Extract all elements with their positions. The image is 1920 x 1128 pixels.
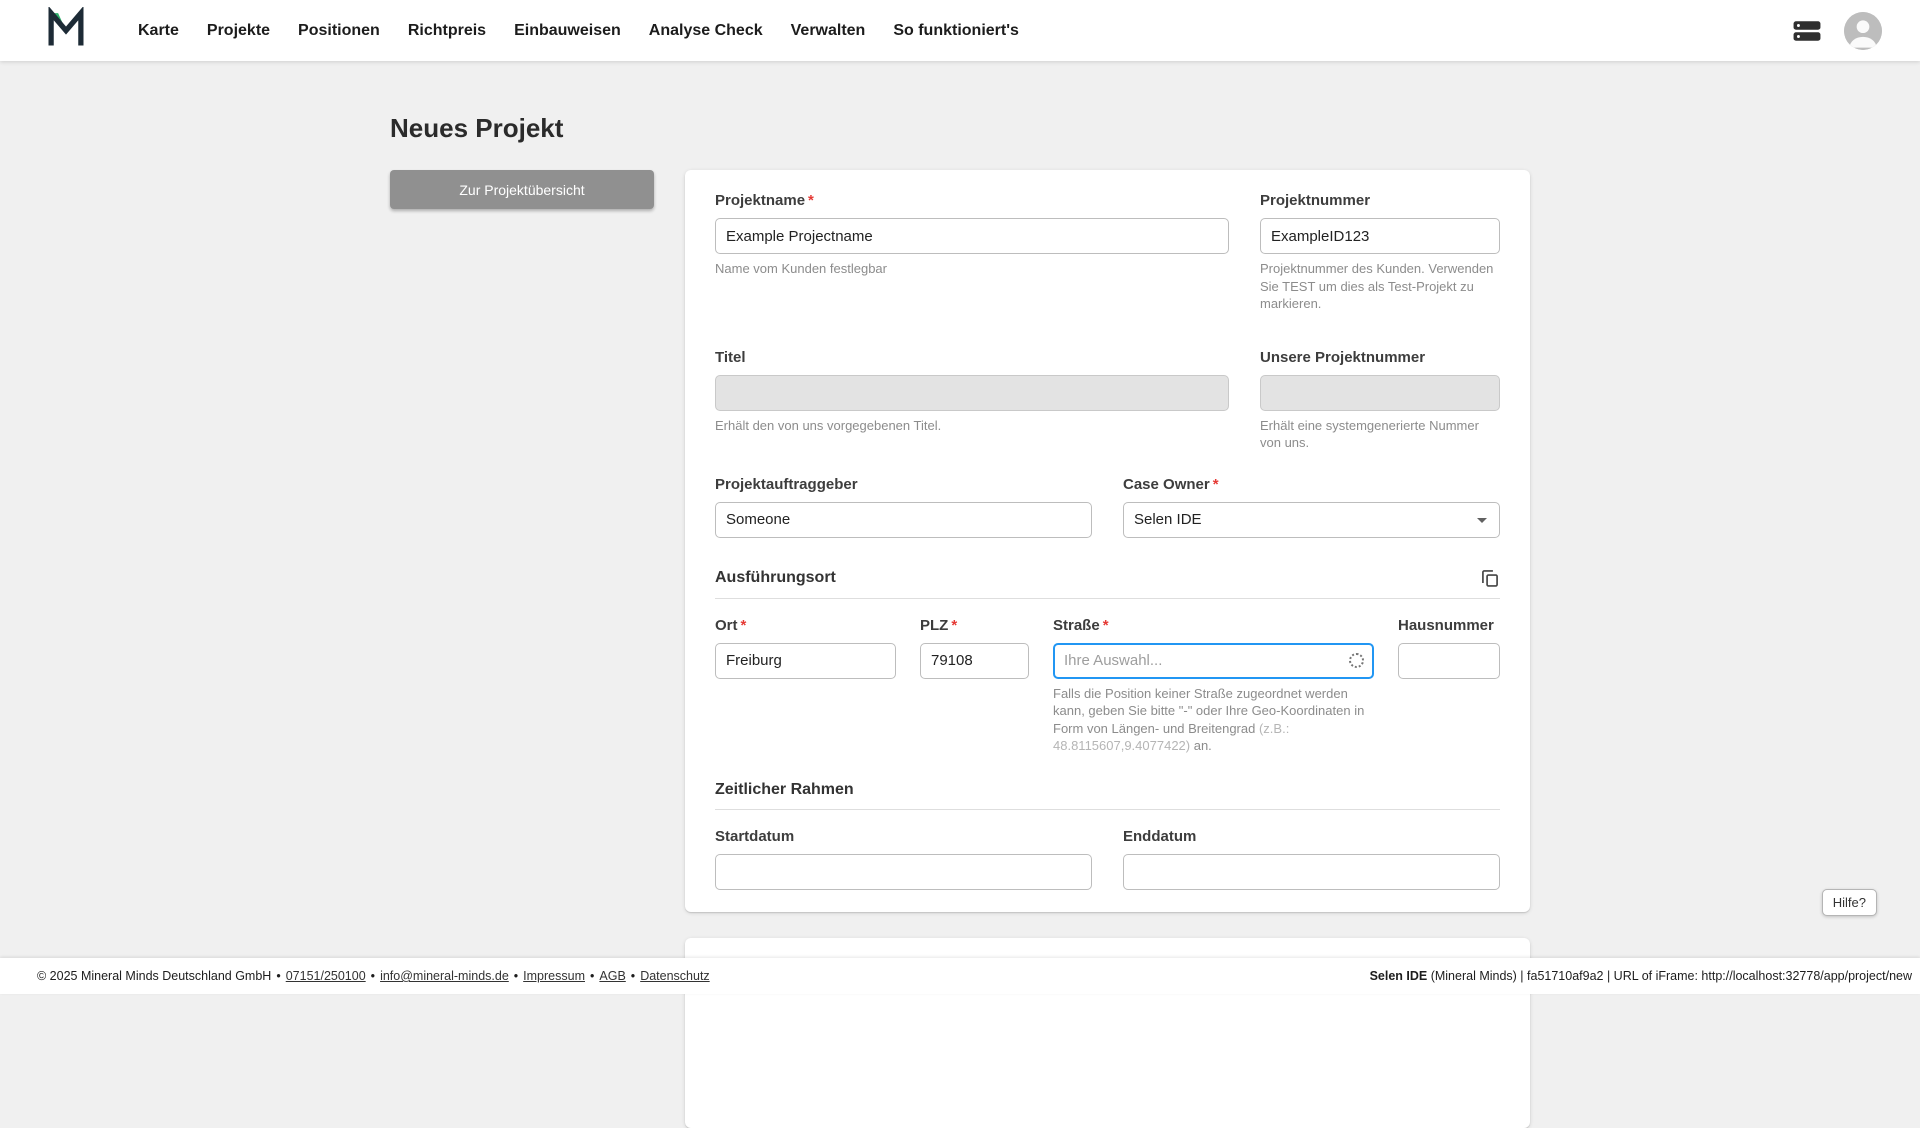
field-strasse: Straße* Falls die Position keiner Straße…: [1053, 617, 1374, 755]
field-projektauftraggeber: Projektauftraggeber: [715, 476, 1092, 538]
required-asterisk: *: [951, 617, 957, 634]
nav-item-richtpreis[interactable]: Richtpreis: [394, 0, 500, 61]
projektname-input[interactable]: [715, 218, 1229, 254]
unsere-projektnummer-helper: Erhält eine systemgenerierte Nummer von …: [1260, 417, 1500, 452]
nav-item-so-funktionierts[interactable]: So funktioniert's: [879, 0, 1033, 61]
plz-label: PLZ*: [920, 617, 1029, 634]
required-asterisk: *: [741, 617, 747, 634]
field-projektnummer: Projektnummer Projektnummer des Kunden. …: [1260, 192, 1500, 313]
field-titel: Titel Erhält den von uns vorgegebenen Ti…: [715, 349, 1229, 452]
footer-link-phone[interactable]: 07151/250100: [286, 969, 366, 983]
app-logo[interactable]: [44, 9, 88, 53]
projektnummer-label: Projektnummer: [1260, 192, 1500, 209]
field-enddatum: Enddatum: [1123, 828, 1500, 890]
chevron-down-icon: [1477, 518, 1487, 523]
strasse-helper: Falls die Position keiner Straße zugeord…: [1053, 685, 1374, 755]
projektname-label: Projektname*: [715, 192, 1229, 209]
footer-left: © 2025 Mineral Minds Deutschland GmbH • …: [37, 969, 710, 983]
field-projektname: Projektname* Name vom Kunden festlegbar: [715, 192, 1229, 313]
ausfuehrungsort-title: Ausführungsort: [715, 569, 836, 587]
strasse-input[interactable]: [1053, 643, 1374, 679]
footer-copyright: © 2025 Mineral Minds Deutschland GmbH: [37, 969, 271, 983]
case-owner-label: Case Owner*: [1123, 476, 1500, 493]
projektnummer-helper: Projektnummer des Kunden. Verwenden Sie …: [1260, 260, 1500, 313]
loading-spinner-icon: [1349, 653, 1364, 668]
plz-input[interactable]: [920, 643, 1029, 679]
footer-separator: •: [514, 969, 518, 983]
required-asterisk: *: [1103, 617, 1109, 634]
section-zeitlicher-rahmen: Zeitlicher Rahmen: [715, 781, 1500, 799]
footer: © 2025 Mineral Minds Deutschland GmbH • …: [0, 958, 1920, 994]
footer-link-datenschutz[interactable]: Datenschutz: [640, 969, 709, 983]
footer-separator: •: [276, 969, 280, 983]
nav-item-analyse-check[interactable]: Analyse Check: [635, 0, 777, 61]
required-asterisk: *: [808, 192, 814, 209]
startdatum-label: Startdatum: [715, 828, 1092, 845]
project-form-card: Projektname* Name vom Kunden festlegbar …: [685, 170, 1530, 912]
zeitlicher-rahmen-title: Zeitlicher Rahmen: [715, 781, 854, 799]
field-case-owner: Case Owner* Selen IDE: [1123, 476, 1500, 538]
navbar-right: [1792, 12, 1882, 50]
titel-input: [715, 375, 1229, 411]
case-owner-selected-value: Selen IDE: [1134, 511, 1202, 528]
nav-item-positionen[interactable]: Positionen: [284, 0, 394, 61]
titel-helper: Erhält den von uns vorgegebenen Titel.: [715, 417, 1229, 435]
footer-user-details: (Mineral Minds) | fa51710af9a2 | URL of …: [1427, 969, 1912, 983]
help-button[interactable]: Hilfe?: [1822, 889, 1877, 916]
field-ort: Ort*: [715, 617, 896, 755]
page-title: Neues Projekt: [390, 113, 1530, 144]
user-avatar[interactable]: [1844, 12, 1882, 50]
projektnummer-input[interactable]: [1260, 218, 1500, 254]
strasse-label: Straße*: [1053, 617, 1374, 634]
footer-separator: •: [371, 969, 375, 983]
section-ausfuehrungsort: Ausführungsort: [715, 568, 1500, 588]
mineral-minds-m-logo-icon: [45, 7, 87, 54]
field-unsere-projektnummer: Unsere Projektnummer Erhält eine systemg…: [1260, 349, 1500, 452]
titel-label: Titel: [715, 349, 1229, 366]
unsere-projektnummer-label: Unsere Projektnummer: [1260, 349, 1500, 366]
footer-user-name: Selen IDE: [1370, 969, 1428, 983]
case-owner-select[interactable]: Selen IDE: [1123, 502, 1500, 538]
footer-separator: •: [590, 969, 594, 983]
projektname-helper: Name vom Kunden festlegbar: [715, 260, 1229, 278]
nav-item-karte[interactable]: Karte: [124, 0, 193, 61]
footer-link-impressum[interactable]: Impressum: [523, 969, 585, 983]
ort-label: Ort*: [715, 617, 896, 634]
required-asterisk: *: [1213, 476, 1219, 493]
nav-item-einbauweisen[interactable]: Einbauweisen: [500, 0, 635, 61]
field-hausnummer: Hausnummer: [1398, 617, 1500, 755]
projektauftraggeber-input[interactable]: [715, 502, 1092, 538]
footer-link-agb[interactable]: AGB: [599, 969, 625, 983]
enddatum-label: Enddatum: [1123, 828, 1500, 845]
footer-session-info: Selen IDE (Mineral Minds) | fa51710af9a2…: [1370, 969, 1912, 983]
hausnummer-label: Hausnummer: [1398, 617, 1500, 634]
server-icon[interactable]: [1792, 20, 1822, 42]
content-copy-icon[interactable]: [1480, 568, 1500, 588]
project-overview-button[interactable]: Zur Projektübersicht: [390, 170, 654, 209]
field-plz: PLZ*: [920, 617, 1029, 755]
nav-item-projekte[interactable]: Projekte: [193, 0, 284, 61]
section-divider: [715, 809, 1500, 810]
top-navbar: Karte Projekte Positionen Richtpreis Ein…: [0, 0, 1920, 61]
hausnummer-input[interactable]: [1398, 643, 1500, 679]
main-navigation: Karte Projekte Positionen Richtpreis Ein…: [124, 0, 1033, 61]
section-divider: [715, 598, 1500, 599]
ort-input[interactable]: [715, 643, 896, 679]
field-startdatum: Startdatum: [715, 828, 1092, 890]
person-icon: [1844, 37, 1882, 50]
footer-separator: •: [631, 969, 635, 983]
projektauftraggeber-label: Projektauftraggeber: [715, 476, 1092, 493]
nav-item-verwalten[interactable]: Verwalten: [777, 0, 880, 61]
enddatum-input[interactable]: [1123, 854, 1500, 890]
startdatum-input[interactable]: [715, 854, 1092, 890]
footer-link-email[interactable]: info@mineral-minds.de: [380, 969, 509, 983]
unsere-projektnummer-input: [1260, 375, 1500, 411]
